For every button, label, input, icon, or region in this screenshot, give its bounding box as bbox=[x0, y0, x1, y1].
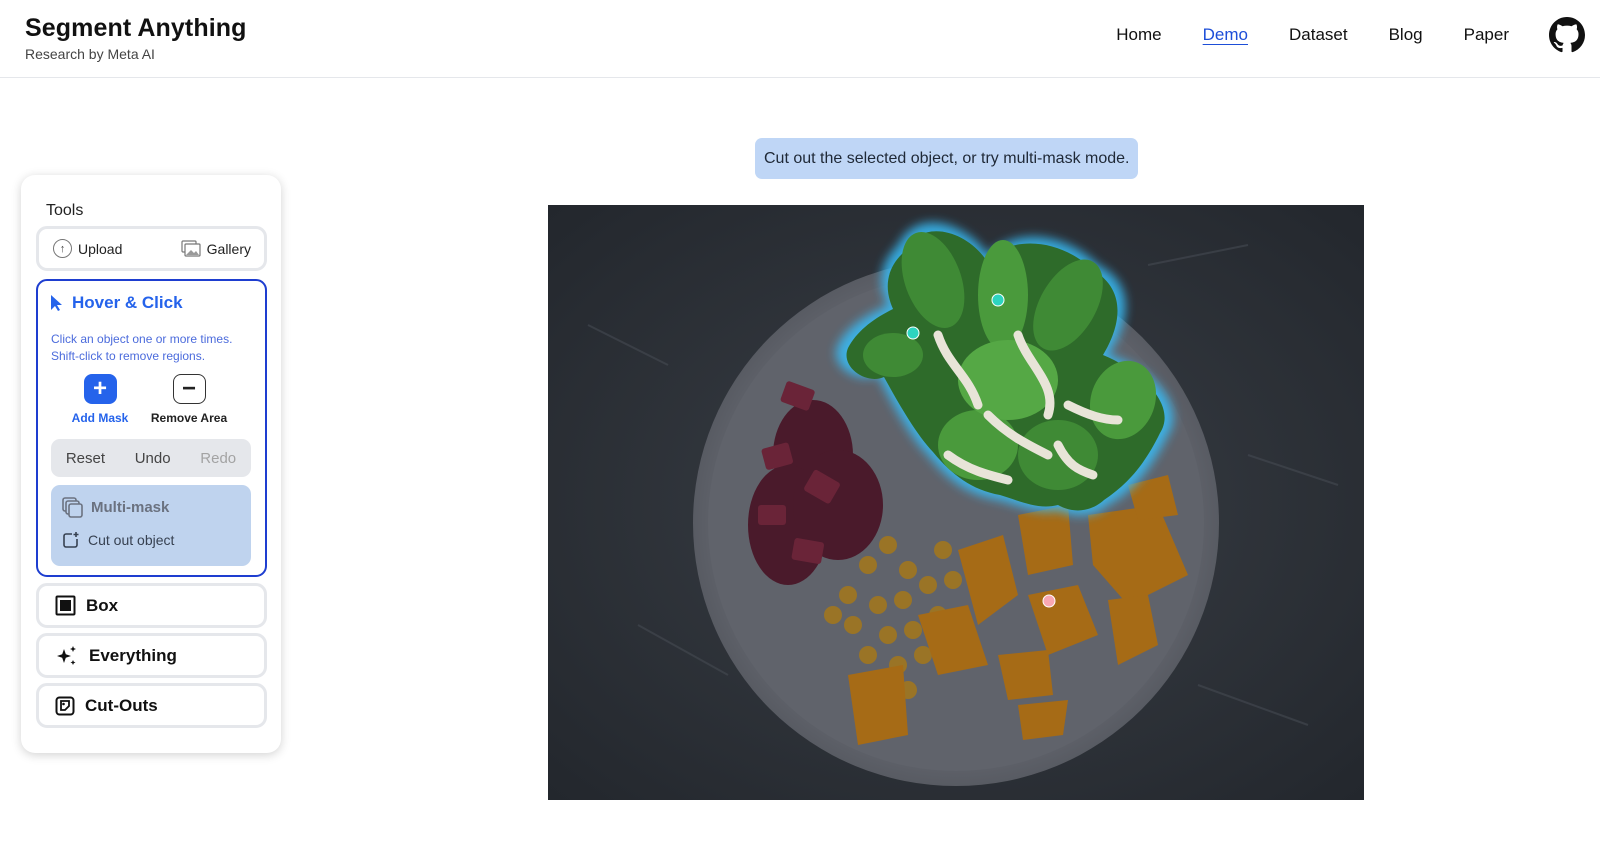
upload-arrow-icon: ↑ bbox=[53, 239, 72, 258]
cut-outs-icon bbox=[55, 696, 75, 715]
tools-label: Tools bbox=[46, 202, 84, 219]
box-label: Box bbox=[86, 595, 119, 615]
hover-click-label: Hover & Click bbox=[72, 293, 183, 312]
top-nav: Home Demo Dataset Blog Paper bbox=[1116, 0, 1600, 70]
hint-bubble: Cut out the selected object, or try mult… bbox=[755, 138, 1139, 179]
gallery-icon bbox=[181, 240, 201, 257]
layers-icon bbox=[62, 497, 83, 518]
site-header: Segment Anything Research by Meta AI Hom… bbox=[0, 0, 1600, 78]
reset-button[interactable]: Reset bbox=[66, 450, 105, 467]
hover-click-description: Click an object one or more times. Shift… bbox=[51, 331, 251, 365]
everything-label: Everything bbox=[89, 645, 177, 665]
plus-icon: + bbox=[83, 374, 117, 404]
everything-tool[interactable]: Everything bbox=[36, 633, 267, 678]
food-plate-image[interactable] bbox=[548, 205, 1364, 800]
tools-panel: Tools ↑ Upload Gallery Hover & Click Cli… bbox=[21, 175, 281, 753]
nav-blog[interactable]: Blog bbox=[1389, 25, 1423, 45]
negative-point-marker[interactable] bbox=[1042, 594, 1056, 608]
minus-icon: − bbox=[172, 374, 206, 404]
positive-point-marker[interactable] bbox=[906, 326, 920, 340]
upload-label: Upload bbox=[78, 240, 123, 257]
gallery-label: Gallery bbox=[206, 240, 251, 257]
box-icon bbox=[55, 595, 76, 616]
upload-button[interactable]: ↑ Upload bbox=[53, 239, 122, 258]
hover-click-title: Hover & Click bbox=[50, 293, 183, 313]
site-title[interactable]: Segment Anything bbox=[25, 14, 247, 43]
undo-button[interactable]: Undo bbox=[135, 450, 171, 467]
nav-demo[interactable]: Demo bbox=[1203, 25, 1248, 45]
multi-mask-panel: Multi-mask Cut out object bbox=[51, 485, 251, 566]
positive-point-marker[interactable] bbox=[991, 293, 1005, 307]
description-line: Click an object one or more times. bbox=[51, 332, 233, 346]
cursor-icon bbox=[51, 295, 62, 311]
cut-out-icon bbox=[63, 532, 79, 548]
cut-outs-tool[interactable]: Cut-Outs bbox=[36, 683, 267, 728]
github-icon[interactable] bbox=[1549, 17, 1585, 53]
remove-area-button[interactable]: − Remove Area bbox=[144, 374, 234, 425]
remove-area-label: Remove Area bbox=[150, 411, 228, 425]
nav-paper[interactable]: Paper bbox=[1464, 25, 1509, 45]
sparkles-icon bbox=[57, 645, 76, 665]
multi-mask-button[interactable]: Multi-mask bbox=[62, 497, 169, 518]
cut-outs-label: Cut-Outs bbox=[85, 695, 158, 715]
hover-click-tool[interactable]: Hover & Click Click an object one or mor… bbox=[36, 279, 267, 577]
upload-gallery-row: ↑ Upload Gallery bbox=[36, 226, 267, 271]
cut-out-object-button[interactable]: Cut out object bbox=[62, 531, 174, 549]
nav-dataset[interactable]: Dataset bbox=[1289, 25, 1348, 45]
redo-button[interactable]: Redo bbox=[200, 450, 236, 467]
segmentation-canvas[interactable] bbox=[548, 205, 1364, 800]
add-mask-label: Add Mask bbox=[71, 411, 129, 425]
history-controls: Reset Undo Redo bbox=[51, 439, 251, 477]
box-tool[interactable]: Box bbox=[36, 583, 267, 628]
nav-home[interactable]: Home bbox=[1116, 25, 1161, 45]
add-mask-button[interactable]: + Add Mask bbox=[55, 374, 145, 425]
description-line: Shift-click to remove regions. bbox=[51, 349, 206, 363]
gallery-button[interactable]: Gallery bbox=[181, 240, 251, 257]
site-subtitle: Research by Meta AI bbox=[25, 46, 155, 62]
multi-mask-label: Multi-mask bbox=[91, 499, 170, 516]
cut-out-label: Cut out object bbox=[88, 532, 175, 548]
